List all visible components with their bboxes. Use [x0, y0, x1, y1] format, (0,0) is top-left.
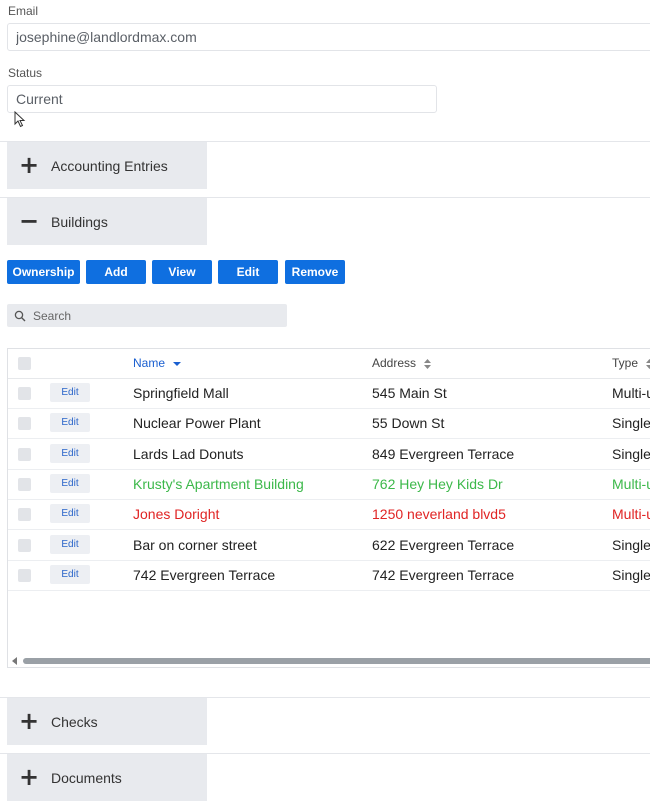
cell-address: 762 Hey Hey Kids Dr	[372, 475, 503, 492]
column-name-label: Name	[133, 356, 166, 370]
row-edit-button[interactable]: Edit	[50, 443, 90, 463]
row-edit-button[interactable]: Edit	[50, 564, 90, 584]
status-field[interactable]: Current	[7, 85, 437, 113]
cell-name: Springfield Mall	[133, 385, 229, 401]
search-box[interactable]	[7, 304, 287, 327]
row-edit-button[interactable]: Edit	[50, 383, 90, 402]
cell-name: Bar on corner street	[133, 536, 257, 553]
cell-type: Single	[612, 445, 650, 462]
sort-icon	[424, 358, 432, 369]
section-buildings[interactable]: − Buildings	[7, 198, 207, 245]
status-label: Status	[8, 66, 43, 80]
horizontal-scrollbar[interactable]	[8, 655, 650, 665]
row-edit-button[interactable]: Edit	[50, 473, 90, 493]
email-label: Email	[8, 4, 39, 18]
cell-address: 55 Down St	[372, 415, 445, 432]
ownership-button[interactable]: Ownership	[7, 260, 80, 284]
remove-button[interactable]: Remove	[285, 260, 345, 284]
column-address-label: Address	[372, 356, 417, 370]
cell-name: Lards Lad Donuts	[133, 445, 244, 462]
row-edit-button[interactable]: Edit	[50, 504, 90, 524]
expand-icon: +	[18, 763, 40, 791]
table-row[interactable]: Edit Krusty's Apartment Building 762 Hey H…	[8, 469, 650, 500]
cell-type: Multi-unit	[612, 506, 650, 523]
table-row[interactable]: Edit Lards Lad Donuts 849 Evergreen Terrac…	[8, 439, 650, 470]
cell-type: Single	[612, 415, 650, 432]
cell-address: 1250 neverland blvd5	[372, 506, 506, 523]
expand-icon: +	[18, 151, 40, 179]
row-checkbox[interactable]	[18, 477, 31, 491]
sort-icon	[646, 358, 650, 369]
cell-address: 545 Main St	[372, 385, 447, 401]
collapse-icon: −	[18, 207, 40, 235]
row-edit-button[interactable]: Edit	[50, 413, 90, 433]
mouse-cursor-icon	[14, 111, 26, 128]
section-title: Accounting Entries	[51, 157, 168, 174]
cell-type: Multi-unit	[612, 475, 650, 492]
cell-name: Nuclear Power Plant	[133, 415, 261, 432]
table-header: Name Address Type	[8, 349, 650, 379]
table-row[interactable]: Edit Nuclear Power Plant 55 Down St Single	[8, 408, 650, 440]
cell-type: Single	[612, 536, 650, 553]
edit-button[interactable]: Edit	[218, 260, 278, 284]
cell-name: 742 Evergreen Terrace	[133, 566, 276, 583]
cell-name: Jones Doright	[133, 506, 220, 523]
scrollbar-thumb[interactable]	[23, 658, 650, 664]
row-checkbox[interactable]	[18, 417, 31, 431]
column-header-name[interactable]: Name	[133, 349, 182, 378]
search-input[interactable]	[31, 307, 275, 324]
column-type-label: Type	[612, 356, 639, 370]
view-button[interactable]: View	[152, 260, 212, 284]
section-checks[interactable]: + Checks	[7, 698, 207, 745]
cell-address: 622 Evergreen Terrace	[372, 536, 515, 553]
select-all-checkbox[interactable]	[18, 357, 31, 370]
cell-address: 849 Evergreen Terrace	[372, 445, 515, 462]
table-row[interactable]: Edit Jones Doright 1250 neverland blvd5 Mul…	[8, 499, 650, 531]
search-icon	[14, 310, 26, 321]
cell-type: Multi-unit	[612, 385, 650, 401]
table-row[interactable]: Edit Springfield Mall 545 Main St Multi-uni…	[8, 378, 650, 409]
buildings-table: Name Address Type Edit Springfield Mall 54…	[7, 348, 650, 668]
sort-descending-icon	[173, 361, 182, 366]
section-title: Checks	[51, 713, 98, 730]
section-title: Documents	[51, 769, 122, 786]
cell-name: Krusty's Apartment Building	[133, 475, 304, 492]
row-checkbox[interactable]	[18, 568, 31, 582]
cell-type: Single	[612, 566, 650, 583]
cell-address: 742 Evergreen Terrace	[372, 566, 515, 583]
row-edit-button[interactable]: Edit	[50, 534, 90, 554]
row-checkbox[interactable]	[18, 508, 31, 522]
add-button[interactable]: Add	[86, 260, 146, 284]
table-row[interactable]: Edit 742 Evergreen Terrace 742 Evergreen T…	[8, 560, 650, 591]
column-header-type[interactable]: Type	[612, 349, 650, 378]
scroll-left-icon[interactable]	[12, 657, 17, 665]
row-checkbox[interactable]	[18, 447, 31, 461]
row-checkbox[interactable]	[18, 538, 31, 552]
column-header-address[interactable]: Address	[372, 349, 432, 378]
section-accounting-entries[interactable]: + Accounting Entries	[7, 142, 207, 189]
email-field[interactable]	[7, 23, 650, 51]
section-title: Buildings	[51, 213, 108, 230]
table-row[interactable]: Edit Bar on corner street 622 Evergreen Te…	[8, 530, 650, 561]
row-checkbox[interactable]	[18, 387, 31, 400]
section-documents[interactable]: + Documents	[7, 754, 207, 801]
expand-icon: +	[18, 707, 40, 735]
